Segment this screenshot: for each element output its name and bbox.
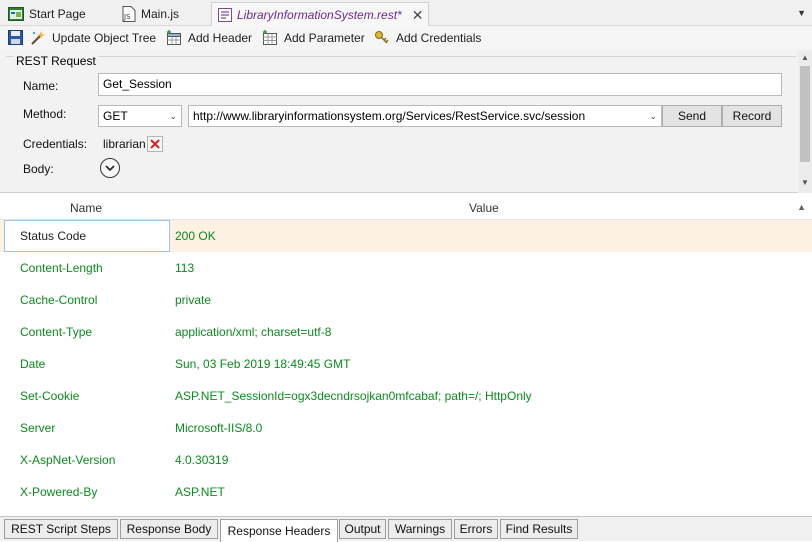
method-value: GET [103,109,128,123]
table-row[interactable]: Cache-Control private [0,284,812,316]
tab-response-body[interactable]: Response Body [120,519,218,539]
tab-label: Main.js [141,7,180,21]
name-input[interactable]: Get_Session [98,73,782,96]
header-value: 200 OK [175,229,216,243]
tab-response-headers[interactable]: Response Headers [220,519,338,542]
header-name: X-AspNet-Version [20,453,116,467]
toolbar: Update Object Tree Add Header Add Parame… [0,26,812,50]
response-headers-grid: Status Code 200 OK Content-Length 113 Ca… [0,220,812,508]
table-row[interactable]: X-Powered-By ASP.NET [0,476,812,508]
header-name: Server [20,421,56,435]
header-name: Cache-Control [20,293,98,307]
table-row[interactable]: Status Code 200 OK [0,220,812,252]
close-tab-icon[interactable]: ✕ [412,8,424,22]
tab-errors[interactable]: Errors [454,519,498,539]
name-label: Name: [23,79,59,93]
table-row[interactable]: Server Microsoft-IIS/8.0 [0,412,812,444]
body-label: Body: [23,162,54,176]
method-select[interactable]: GET ⌄ [98,105,182,127]
chevron-down-icon: ⌄ [169,111,177,121]
scrollbar-thumb[interactable] [800,66,810,162]
record-button[interactable]: Record [722,105,782,127]
tab-library-rest[interactable]: LibraryInformationSystem.rest* ✕ [211,2,429,26]
tab-warnings[interactable]: Warnings [388,519,452,539]
add-credentials-label: Add Credentials [396,31,482,45]
header-value: ASP.NET_SessionId=ogx3decndrsojkan0mfcab… [175,389,532,403]
tab-list-dropdown-icon[interactable]: ▼ [797,8,806,18]
sort-ascending-icon[interactable]: ▲ [797,202,806,212]
header-value: ASP.NET [175,485,225,499]
header-name: Set-Cookie [20,389,80,403]
tab-rest-script-steps[interactable]: REST Script Steps [4,519,118,539]
header-name: X-Powered-By [20,485,98,499]
update-object-tree-button[interactable]: Update Object Tree [30,30,156,46]
save-icon[interactable] [8,30,23,45]
column-header-name[interactable]: Name [70,201,102,215]
remove-credentials-button[interactable] [147,136,163,152]
tab-output[interactable]: Output [339,519,386,539]
table-row[interactable]: Set-Cookie ASP.NET_SessionId=ogx3decndrs… [0,380,812,412]
url-value: http://www.libraryinformationsystem.org/… [193,109,586,123]
header-value: private [175,293,212,307]
js-file-icon: JS [122,6,136,22]
tab-label: Start Page [29,7,86,21]
table-row[interactable]: Content-Length 113 [0,252,812,284]
magic-wand-icon [30,30,46,46]
add-header-label: Add Header [188,31,253,45]
header-name: Content-Type [20,325,93,339]
add-parameter-icon [262,30,278,46]
header-value: 113 [175,261,195,275]
svg-text:JS: JS [123,13,131,21]
tab-find-results[interactable]: Find Results [500,519,578,539]
table-row[interactable]: Date Sun, 03 Feb 2019 18:49:45 GMT [0,348,812,380]
credentials-value: librarian [103,137,146,151]
add-parameter-label: Add Parameter [284,31,365,45]
rest-request-panel: REST Request Name: Get_Session Method: G… [0,50,812,193]
header-value: 4.0.30319 [175,453,229,467]
add-header-icon [166,30,182,46]
header-name: Status Code [20,229,87,243]
delete-icon [150,139,160,149]
send-button[interactable]: Send [662,105,722,127]
grid-header: Name Value ▲ [0,196,812,220]
scroll-down-icon[interactable]: ▼ [801,178,809,187]
header-value: application/xml; charset=utf-8 [175,325,332,339]
table-row[interactable]: X-AspNet-Version 4.0.30319 [0,444,812,476]
method-label: Method: [23,107,67,121]
add-header-button[interactable]: Add Header [166,30,252,46]
add-parameter-button[interactable]: Add Parameter [262,30,365,46]
document-tab-strip: Start Page JS Main.js LibraryInformation… [0,0,812,26]
table-row[interactable]: Content-Type application/xml; charset=ut… [0,316,812,348]
header-name: Date [20,357,46,371]
key-icon [374,30,390,46]
header-name: Content-Length [20,261,103,275]
url-combobox[interactable]: http://www.libraryinformationsystem.org/… [188,105,662,127]
start-page-icon [8,7,24,21]
chevron-down-icon: ⌄ [649,111,657,121]
credentials-label: Credentials: [23,137,88,151]
chevron-down-icon [105,165,115,172]
header-value: Microsoft-IIS/8.0 [175,421,263,435]
tab-main-js[interactable]: JS Main.js [116,2,185,26]
rest-request-title: REST Request [14,54,98,68]
expand-body-button[interactable] [100,158,120,178]
bottom-tab-strip: REST Script Steps Response Body Response… [0,516,812,542]
request-panel-scrollbar[interactable]: ▲ ▼ [798,50,812,193]
add-credentials-button[interactable]: Add Credentials [374,30,481,46]
update-object-tree-label: Update Object Tree [52,31,157,45]
tab-start-page[interactable]: Start Page [2,2,92,26]
header-value: Sun, 03 Feb 2019 18:49:45 GMT [175,357,351,371]
column-header-value[interactable]: Value [469,201,499,215]
rest-file-icon [218,7,232,22]
scroll-up-icon[interactable]: ▲ [801,53,809,62]
tab-label: LibraryInformationSystem.rest* [237,7,402,22]
